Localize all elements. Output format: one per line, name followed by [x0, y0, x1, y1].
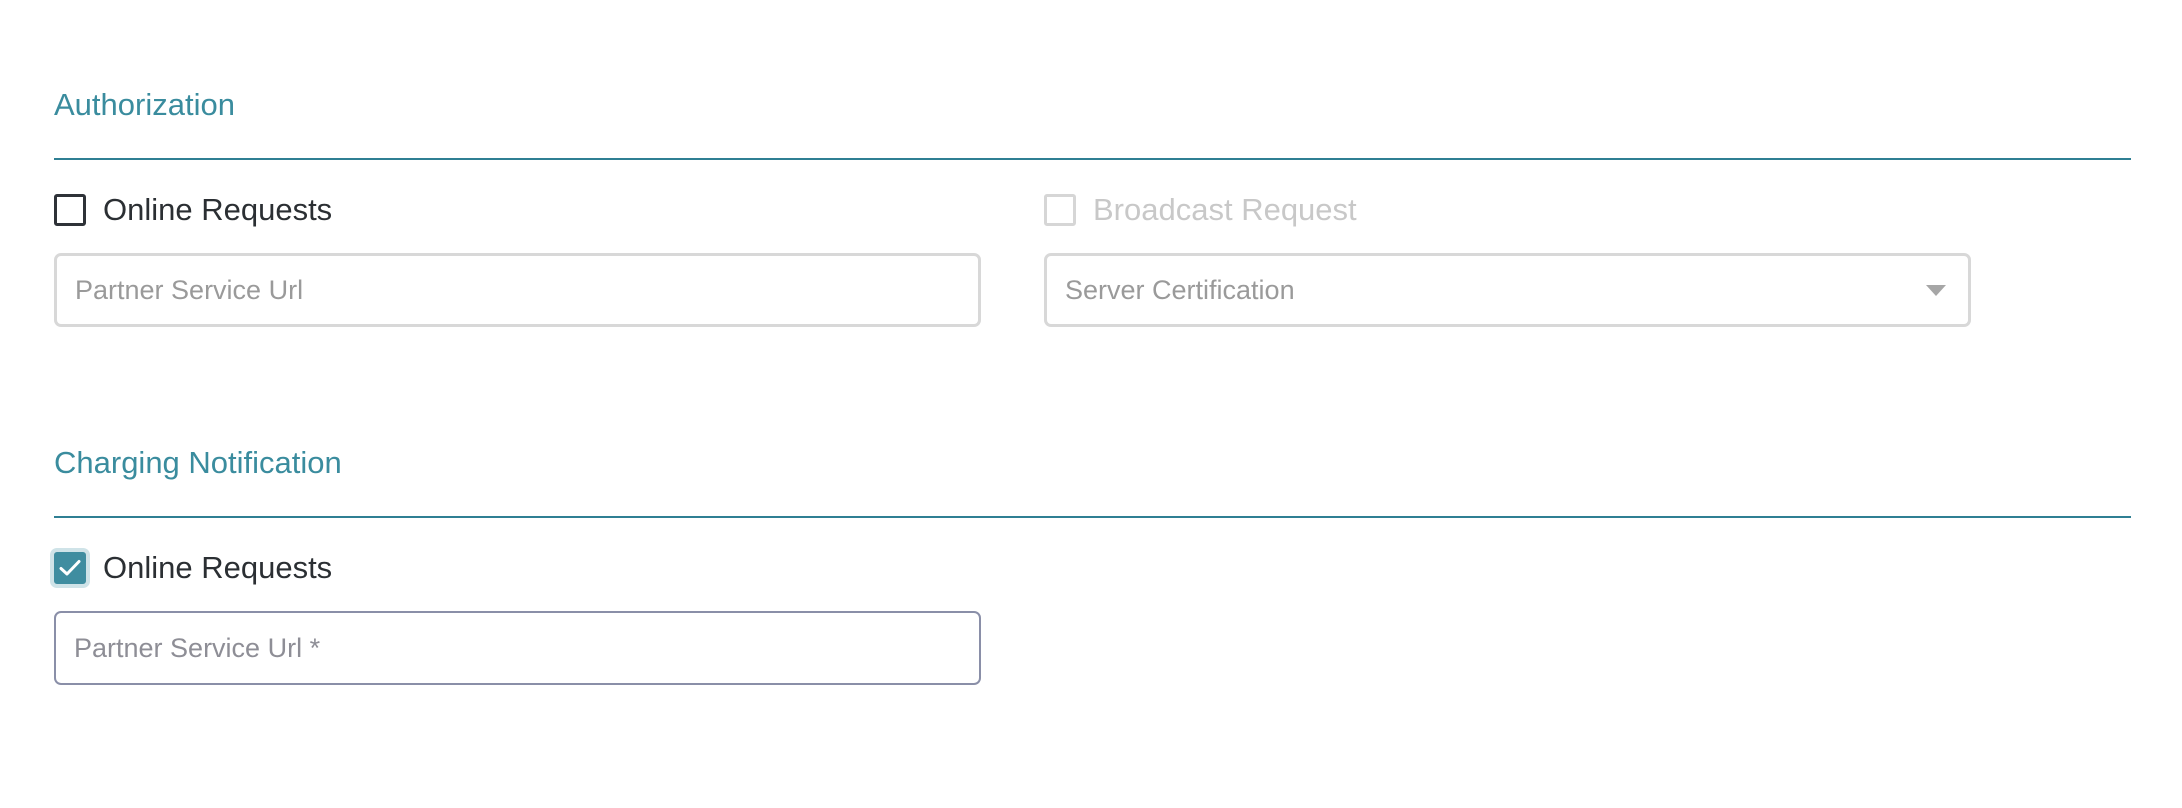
charging-notification-divider: [54, 516, 2131, 518]
charging-notification-section: Charging Notification Online Requests: [54, 437, 2131, 697]
chevron-down-icon[interactable]: [1926, 284, 1946, 296]
charging-partner-service-url-input[interactable]: [56, 613, 979, 683]
disabled-checkbox-icon: [1044, 194, 1076, 226]
server-certification-placeholder: Server Certification: [1065, 274, 1295, 305]
charging-partner-service-url-field[interactable]: [54, 611, 981, 685]
server-certification-select[interactable]: Server Certification: [1044, 253, 1971, 327]
broadcast-request-checkbox: Broadcast Request: [1044, 190, 1357, 230]
page: Authorization Online Requests Broadcast …: [0, 0, 2182, 808]
authorization-online-requests-label: Online Requests: [103, 192, 333, 227]
charging-notification-title: Charging Notification: [54, 445, 342, 480]
checked-checkbox-icon[interactable]: [54, 552, 86, 584]
authorization-partner-service-url-input[interactable]: [57, 256, 978, 324]
check-icon: [59, 560, 81, 576]
authorization-section: Authorization Online Requests Broadcast …: [54, 79, 2131, 339]
broadcast-request-label: Broadcast Request: [1093, 192, 1357, 227]
unchecked-checkbox-icon[interactable]: [54, 194, 86, 226]
authorization-divider: [54, 158, 2131, 160]
authorization-partner-service-url-field[interactable]: [54, 253, 981, 327]
authorization-title: Authorization: [54, 87, 235, 122]
charging-online-requests-checkbox[interactable]: Online Requests: [54, 548, 332, 588]
authorization-online-requests-checkbox[interactable]: Online Requests: [54, 190, 332, 230]
charging-online-requests-label: Online Requests: [103, 550, 333, 585]
